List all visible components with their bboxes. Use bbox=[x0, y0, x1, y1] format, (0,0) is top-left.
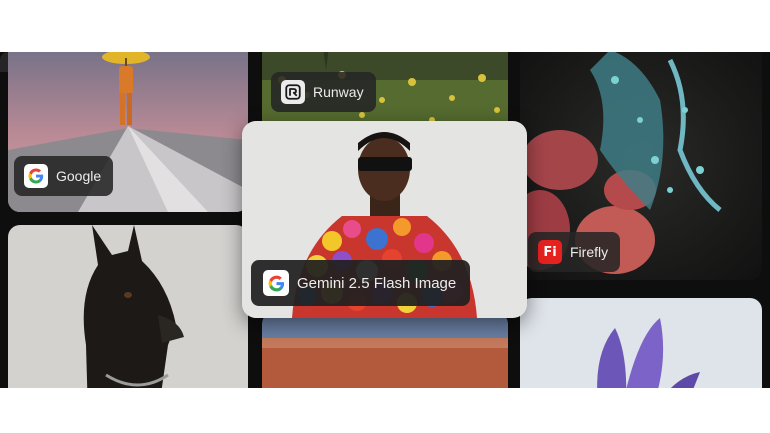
image-tile-desert[interactable] bbox=[262, 312, 508, 388]
image-tile-iris[interactable] bbox=[520, 298, 762, 388]
model-chip-gemini[interactable]: Gemini 2.5 Flash Image bbox=[251, 260, 471, 306]
model-chip-label: Gemini 2.5 Flash Image bbox=[297, 274, 457, 292]
runway-logo-icon bbox=[281, 80, 305, 104]
model-chip-label: Runway bbox=[313, 84, 364, 100]
doberman-image bbox=[8, 225, 248, 388]
desert-image bbox=[262, 312, 508, 388]
model-chip-firefly[interactable]: Fi Firefly bbox=[528, 232, 621, 272]
iris-image bbox=[520, 298, 762, 388]
model-chip-google[interactable]: Google bbox=[14, 156, 114, 196]
firefly-logo-icon: Fi bbox=[538, 240, 562, 264]
model-chip-label: Firefly bbox=[570, 244, 609, 260]
google-g-icon bbox=[263, 270, 289, 296]
model-chip-runway[interactable]: Runway bbox=[271, 72, 376, 112]
google-g-icon bbox=[24, 164, 48, 188]
model-chip-label: Google bbox=[56, 168, 102, 184]
model-gallery: Google Runway Fi Firefly Gemini 2.5 Flas… bbox=[0, 52, 770, 388]
image-tile-doberman[interactable] bbox=[8, 225, 248, 388]
